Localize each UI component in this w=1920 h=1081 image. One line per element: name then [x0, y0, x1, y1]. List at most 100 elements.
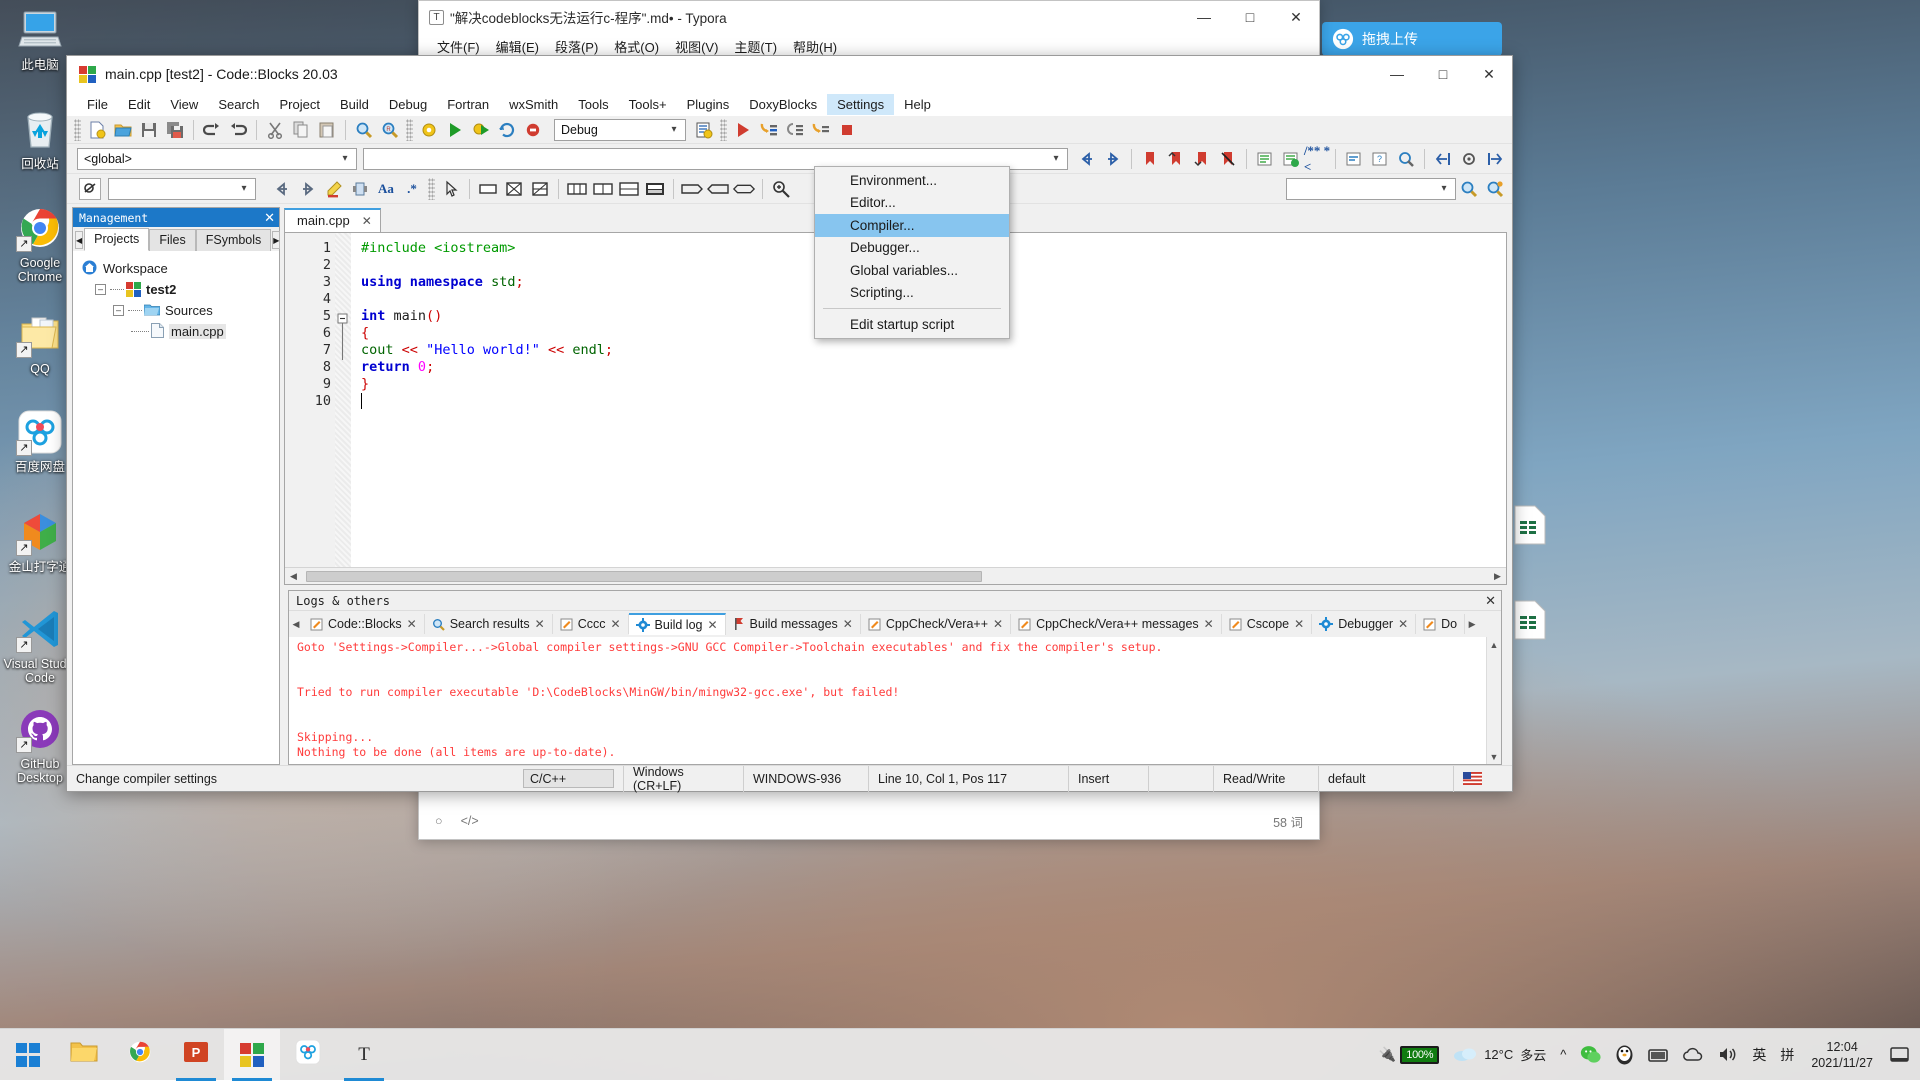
logs-close-icon[interactable]: ✕: [1485, 593, 1496, 609]
replace-icon[interactable]: R: [378, 118, 402, 142]
project-tree[interactable]: Workspace – test2 – Sources: [73, 251, 279, 764]
log-tab-close-icon[interactable]: ✕: [1398, 617, 1408, 631]
menu-item-global-variables[interactable]: Global variables...: [815, 259, 1009, 282]
tree-collapse-icon[interactable]: –: [95, 284, 106, 295]
editor-tab-main-cpp[interactable]: main.cpp ✕: [284, 208, 381, 232]
rebuild-icon[interactable]: [495, 118, 519, 142]
doxy-run-icon[interactable]: [1394, 147, 1418, 171]
toolbar-grip[interactable]: [406, 119, 413, 141]
menu-item-compiler[interactable]: Compiler...: [815, 214, 1009, 237]
menu-debug[interactable]: Debug: [379, 94, 437, 115]
weather-widget[interactable]: 12°C 多云: [1446, 1029, 1553, 1081]
taskbar-chrome[interactable]: [112, 1029, 168, 1081]
log-tab-close-icon[interactable]: ✕: [1294, 617, 1304, 631]
editor-tab-close-icon[interactable]: ✕: [362, 214, 372, 228]
build-options-icon[interactable]: [692, 118, 716, 142]
log-tab-close-icon[interactable]: ✕: [707, 618, 717, 632]
scroll-right-icon[interactable]: ▶: [1489, 569, 1506, 584]
tree-collapse-icon[interactable]: –: [113, 305, 124, 316]
search-next-icon[interactable]: [296, 177, 320, 201]
doxy-help-icon[interactable]: ?: [1368, 147, 1392, 171]
menu-item-edit-startup-script[interactable]: Edit startup script: [815, 313, 1009, 336]
codeblocks-close-button[interactable]: ✕: [1466, 58, 1512, 90]
log-tab-cscope[interactable]: Cscope ✕: [1222, 614, 1312, 634]
wxsmith-grid-icon[interactable]: [528, 177, 552, 201]
typora-menu-paragraph[interactable]: 段落(P): [555, 37, 598, 56]
codeblocks-window[interactable]: main.cpp [test2] - Code::Blocks 20.03 — …: [66, 55, 1513, 792]
typora-menu-file[interactable]: 文件(F): [437, 37, 480, 56]
log-tab-partial[interactable]: Do: [1416, 614, 1465, 634]
build-and-run-icon[interactable]: [469, 118, 493, 142]
paste-icon[interactable]: [315, 118, 339, 142]
abort-icon[interactable]: [521, 118, 545, 142]
tab-scroll-right-icon[interactable]: ▶: [272, 231, 280, 249]
bookmark-clear-icon[interactable]: [1216, 147, 1240, 171]
highlight-icon[interactable]: [322, 177, 346, 201]
taskbar-powerpoint[interactable]: P: [168, 1029, 224, 1081]
wxsmith-spacer-right-icon[interactable]: [680, 177, 704, 201]
ime-mode-indicator[interactable]: 拼: [1773, 1029, 1801, 1081]
codeblocks-maximize-button[interactable]: □: [1420, 58, 1466, 90]
typora-menu-edit[interactable]: 编辑(E): [496, 37, 539, 56]
redo-icon[interactable]: [226, 118, 250, 142]
tree-node-project[interactable]: – test2: [79, 279, 273, 300]
notification-center-icon[interactable]: [1883, 1029, 1916, 1081]
log-tab-cppcheck-messages[interactable]: CppCheck/Vera++ messages ✕: [1011, 614, 1222, 634]
typora-minimize-button[interactable]: —: [1181, 1, 1227, 33]
scroll-down-icon[interactable]: ▼: [1487, 749, 1502, 764]
logs-tab-scroll-right-icon[interactable]: ▶: [1465, 619, 1479, 630]
menu-item-scripting[interactable]: Scripting...: [815, 282, 1009, 305]
menu-help[interactable]: Help: [894, 94, 941, 115]
baidu-upload-widget[interactable]: 拖拽上传: [1322, 22, 1502, 56]
wxsmith-panel-icon[interactable]: [476, 177, 500, 201]
typora-close-button[interactable]: ✕: [1273, 1, 1319, 33]
log-tab-build-messages[interactable]: Build messages ✕: [726, 614, 861, 634]
wxsmith-spacer-left-icon[interactable]: [706, 177, 730, 201]
toolbar-grip[interactable]: [428, 178, 435, 200]
cut-icon[interactable]: [263, 118, 287, 142]
typora-menu-format[interactable]: 格式(O): [614, 37, 659, 56]
fortran-target-icon[interactable]: [1457, 147, 1481, 171]
nav-back-icon[interactable]: [1075, 147, 1099, 171]
build-icon[interactable]: [417, 118, 441, 142]
run-icon[interactable]: [443, 118, 467, 142]
open-file-icon[interactable]: [111, 118, 135, 142]
menu-item-debugger[interactable]: Debugger...: [815, 237, 1009, 260]
tab-projects[interactable]: Projects: [84, 228, 149, 251]
menu-project[interactable]: Project: [270, 94, 330, 115]
log-tab-close-icon[interactable]: ✕: [535, 617, 545, 631]
comment-block-icon[interactable]: [1253, 147, 1277, 171]
bookmark-prev-icon[interactable]: [1164, 147, 1188, 171]
wxsmith-pointer-icon[interactable]: [439, 177, 463, 201]
scroll-up-icon[interactable]: ▲: [1487, 637, 1502, 652]
toolbar-grip[interactable]: [720, 119, 727, 141]
tab-fsymbols[interactable]: FSymbols: [196, 229, 272, 251]
management-close-icon[interactable]: ✕: [264, 210, 275, 226]
volume-tray-icon[interactable]: [1711, 1029, 1745, 1081]
start-button[interactable]: [0, 1029, 56, 1081]
menu-wxsmith[interactable]: wxSmith: [499, 94, 568, 115]
wechat-tray-icon[interactable]: [1573, 1029, 1608, 1081]
wxsmith-splitter-icon[interactable]: [502, 177, 526, 201]
qq-tray-icon[interactable]: [1608, 1029, 1641, 1081]
onedrive-tray-icon[interactable]: [1675, 1029, 1711, 1081]
wxsmith-vbox-icon[interactable]: [617, 177, 641, 201]
network-tray-icon[interactable]: [1641, 1029, 1675, 1081]
tab-files[interactable]: Files: [149, 229, 195, 251]
logs-tab-scroll-left-icon[interactable]: ◀: [289, 619, 303, 630]
log-tab-close-icon[interactable]: ✕: [610, 617, 620, 631]
save-icon[interactable]: [137, 118, 161, 142]
menu-file[interactable]: File: [77, 94, 118, 115]
show-hidden-icons-chevron[interactable]: ^: [1553, 1029, 1573, 1081]
save-all-icon[interactable]: [163, 118, 187, 142]
settings-dropdown-menu[interactable]: Environment... Editor... Compiler... Deb…: [814, 166, 1010, 339]
us-flag-icon[interactable]: [1454, 766, 1491, 792]
zoom-search2-icon[interactable]: [1483, 177, 1507, 201]
menu-tools[interactable]: Tools: [568, 94, 618, 115]
toolbar-grip[interactable]: [74, 119, 81, 141]
regex-icon[interactable]: .*: [400, 177, 424, 201]
typora-menu-view[interactable]: 视图(V): [675, 37, 718, 56]
debug-continue-icon[interactable]: [731, 118, 755, 142]
fortran-jump-left-icon[interactable]: [1431, 147, 1455, 171]
target-filter-combo[interactable]: ▾: [1286, 178, 1456, 200]
